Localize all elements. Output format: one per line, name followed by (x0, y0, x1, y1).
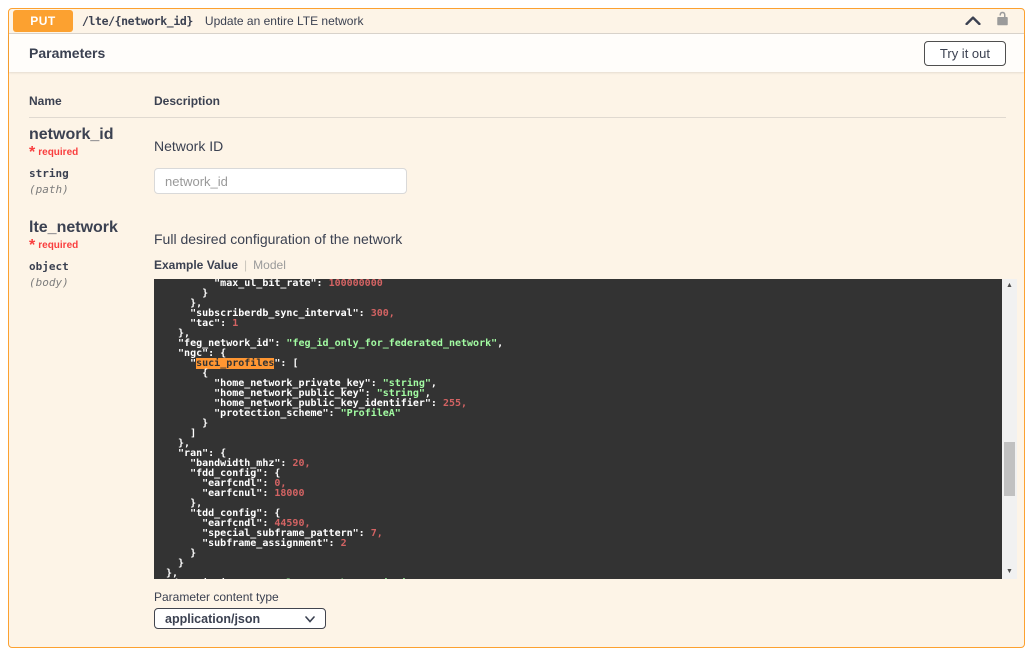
endpoint-card: PUT /lte/{network_id} Update an entire L… (8, 8, 1025, 648)
parameters-title: Parameters (29, 45, 105, 61)
param-name: network_id *required (29, 126, 146, 162)
code-line: } (166, 559, 1002, 569)
param-row-lte-network: lte_network *required object (body) Full… (29, 211, 1006, 629)
method-badge: PUT (13, 10, 73, 32)
example-value-panel: "max_ul_bit_rate": 100000000 } }, "subsc… (154, 279, 1017, 579)
chevron-up-icon (965, 12, 981, 30)
param-description: Network ID (154, 138, 1006, 154)
code-block: "max_ul_bit_rate": 100000000 } }, "subsc… (154, 279, 1002, 579)
code-line: "bandwidth_mhz": 20, (166, 459, 1002, 469)
required-label: required (38, 147, 78, 158)
parameters-table-header: Name Description (29, 94, 1006, 118)
tab-example-value[interactable]: Example Value (154, 258, 238, 272)
column-header-description: Description (154, 94, 1006, 108)
chevron-down-icon (305, 610, 315, 628)
required-star: * (29, 237, 35, 254)
code-line: "tac": 1 (166, 319, 1002, 329)
code-line: "suci_profiles": [ (166, 359, 1002, 369)
code-line: } (166, 549, 1002, 559)
code-content: "max_ul_bit_rate": 100000000 } }, "subsc… (166, 279, 1002, 579)
required-star: * (29, 144, 35, 161)
code-line: "subframe_assignment": 2 (166, 539, 1002, 549)
code-line: "subscriberdb_sync_interval": 300, (166, 309, 1002, 319)
network-id-input[interactable] (154, 168, 407, 194)
param-name-text: lte_network (29, 219, 118, 236)
code-line: "feg_network_id": "feg_id_only_for_feder… (166, 339, 1002, 349)
scrollbar-up-arrow[interactable]: ▲ (1002, 279, 1017, 293)
content-type-select[interactable]: application/json (154, 608, 326, 629)
column-header-name: Name (29, 94, 146, 108)
collapse-button[interactable] (965, 12, 981, 30)
try-it-out-button[interactable]: Try it out (924, 41, 1006, 66)
param-meta-cell: lte_network *required object (body) (29, 219, 146, 629)
authorize-button[interactable] (995, 10, 1010, 32)
param-description: Full desired configuration of the networ… (154, 231, 1017, 247)
content-type-value: application/json (165, 612, 305, 626)
code-line: ] (166, 429, 1002, 439)
code-line: "earfcnul": 18000 (166, 489, 1002, 499)
code-line: } (166, 419, 1002, 429)
code-line: }, (166, 439, 1002, 449)
endpoint-summary-row[interactable]: PUT /lte/{network_id} Update an entire L… (9, 9, 1024, 34)
param-location: (body) (29, 276, 146, 289)
example-model-tabs: Example Value | Model (154, 258, 1017, 272)
tab-model[interactable]: Model (253, 258, 286, 272)
endpoint-path: /lte/{network_id} (82, 14, 193, 28)
param-name-text: network_id (29, 126, 113, 143)
scrollbar-down-arrow[interactable]: ▼ (1002, 565, 1017, 579)
code-line: "max_ul_bit_rate": 100000000 (166, 279, 1002, 289)
code-line: "protection_scheme": "ProfileA" (166, 409, 1002, 419)
unlock-icon (995, 10, 1010, 32)
code-line: "fdd_config": { (166, 469, 1002, 479)
endpoint-summary-text: Update an entire LTE network (205, 14, 364, 28)
required-label: required (38, 240, 78, 251)
param-description-cell: Full desired configuration of the networ… (154, 219, 1017, 629)
param-type: string (29, 167, 146, 180)
code-line: } (166, 289, 1002, 299)
code-scrollbar[interactable]: ▲ ▼ (1002, 279, 1017, 579)
param-name: lte_network *required (29, 219, 146, 255)
param-description-cell: Network ID (154, 126, 1006, 196)
content-type-label: Parameter content type (154, 590, 1017, 604)
parameters-section-header: Parameters Try it out (9, 34, 1024, 72)
code-line: }, (166, 499, 1002, 509)
scrollbar-thumb[interactable] (1004, 442, 1015, 496)
param-location: (path) (29, 183, 146, 196)
param-row-network-id: network_id *required string (path) Netwo… (29, 118, 1006, 196)
tab-separator: | (244, 258, 247, 272)
param-meta-cell: network_id *required string (path) (29, 126, 146, 196)
parameters-body: Name Description network_id *required st… (9, 72, 1024, 649)
param-type: object (29, 260, 146, 273)
